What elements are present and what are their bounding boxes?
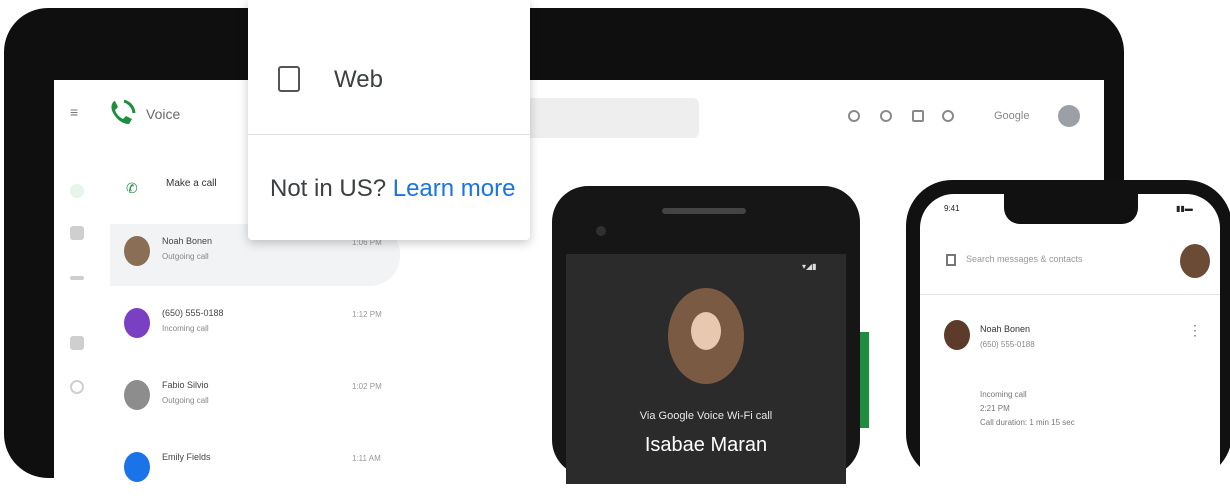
row-name: (650) 555-0188 <box>162 308 224 318</box>
avatar[interactable] <box>1180 244 1210 278</box>
help-icon[interactable] <box>848 110 860 122</box>
voicemail-rail-icon[interactable] <box>70 276 84 280</box>
speaker-grille <box>662 208 746 214</box>
google-wordmark: Google <box>994 110 1030 122</box>
call-row[interactable]: Fabio Silvio Outgoing call 1:02 PM <box>110 368 400 430</box>
make-call-link[interactable]: Make a call <box>166 178 217 189</box>
divider <box>248 134 530 135</box>
caller-face <box>691 312 721 350</box>
platform-popup: Web Not in US? Learn more <box>248 0 530 240</box>
call-detail: Incoming call <box>980 390 1027 399</box>
web-option[interactable]: Web <box>334 66 383 94</box>
caller-name: Isabae Maran <box>644 434 768 456</box>
learn-more-link[interactable]: Learn more <box>393 175 516 202</box>
call-via-text: Via Google Voice Wi-Fi call <box>639 410 773 422</box>
contacts-rail-icon[interactable] <box>70 336 84 350</box>
call-row[interactable]: Emily Fields 1:11 AM <box>110 440 400 502</box>
status-icons: ▾◢▮ <box>802 262 817 271</box>
more-icon[interactable]: ⋮ <box>1188 322 1202 339</box>
status-time: 9:41 <box>944 204 960 213</box>
web-icon <box>278 66 300 92</box>
app-header: ≡ Voice Google <box>54 80 1104 146</box>
voice-logo-icon <box>111 99 136 124</box>
accent-strip <box>860 332 869 428</box>
search-bar[interactable]: Search messages & contacts <box>932 242 1210 280</box>
call-detail: Call duration: 1 min 15 sec <box>980 418 1075 427</box>
phone-icon: ✆ <box>126 180 138 196</box>
call-row[interactable]: (650) 555-0188 Incoming call 1:12 PM <box>110 296 400 358</box>
row-name: Noah Bonen <box>162 236 213 246</box>
row-time: 1:11 AM <box>352 454 381 463</box>
menu-icon[interactable]: ≡ <box>70 105 86 119</box>
search-input[interactable] <box>524 98 699 138</box>
apps-icon[interactable] <box>912 110 924 122</box>
row-time: 1:02 PM <box>352 382 382 391</box>
contact-number: (650) 555-0188 <box>980 340 1035 349</box>
iphone-screen: 9:41 ▮▮▬ Search messages & contacts Noah… <box>920 194 1220 480</box>
app-title: Voice <box>146 106 181 122</box>
not-in-us-text: Not in US? Learn more <box>270 175 515 203</box>
notifications-icon[interactable] <box>942 110 954 122</box>
row-name: Emily Fields <box>162 452 211 462</box>
row-time: 1:12 PM <box>352 310 382 319</box>
contact-avatar <box>944 320 970 350</box>
android-screen: ▾◢▮ Via Google Voice Wi-Fi call Isabae M… <box>566 254 846 484</box>
avatar <box>124 308 150 338</box>
row-subtitle: Outgoing call <box>162 252 209 261</box>
contact-name: Noah Bonen <box>980 324 1031 334</box>
iphone: 9:41 ▮▮▬ Search messages & contacts Noah… <box>906 180 1230 480</box>
android-phone: ▾◢▮ Via Google Voice Wi-Fi call Isabae M… <box>552 186 860 484</box>
call-detail: 2:21 PM <box>980 404 1010 413</box>
message-icon <box>946 254 956 266</box>
avatar <box>124 380 150 410</box>
not-in-us-label: Not in US? <box>270 175 387 202</box>
settings-icon[interactable] <box>880 110 892 122</box>
history-rail-icon[interactable] <box>70 380 84 394</box>
avatar <box>124 452 150 482</box>
messages-rail-icon[interactable] <box>70 226 84 240</box>
calls-rail-icon[interactable] <box>70 184 84 198</box>
row-name: Fabio Silvio <box>162 380 209 390</box>
notch <box>1004 194 1138 224</box>
row-subtitle: Outgoing call <box>162 396 209 405</box>
account-avatar[interactable] <box>1058 105 1080 127</box>
status-icons: ▮▮▬ <box>1176 204 1193 213</box>
avatar <box>124 236 150 266</box>
divider <box>920 294 1220 295</box>
camera-icon <box>596 226 606 236</box>
search-placeholder: Search messages & contacts <box>966 254 1083 264</box>
row-subtitle: Incoming call <box>162 324 209 333</box>
